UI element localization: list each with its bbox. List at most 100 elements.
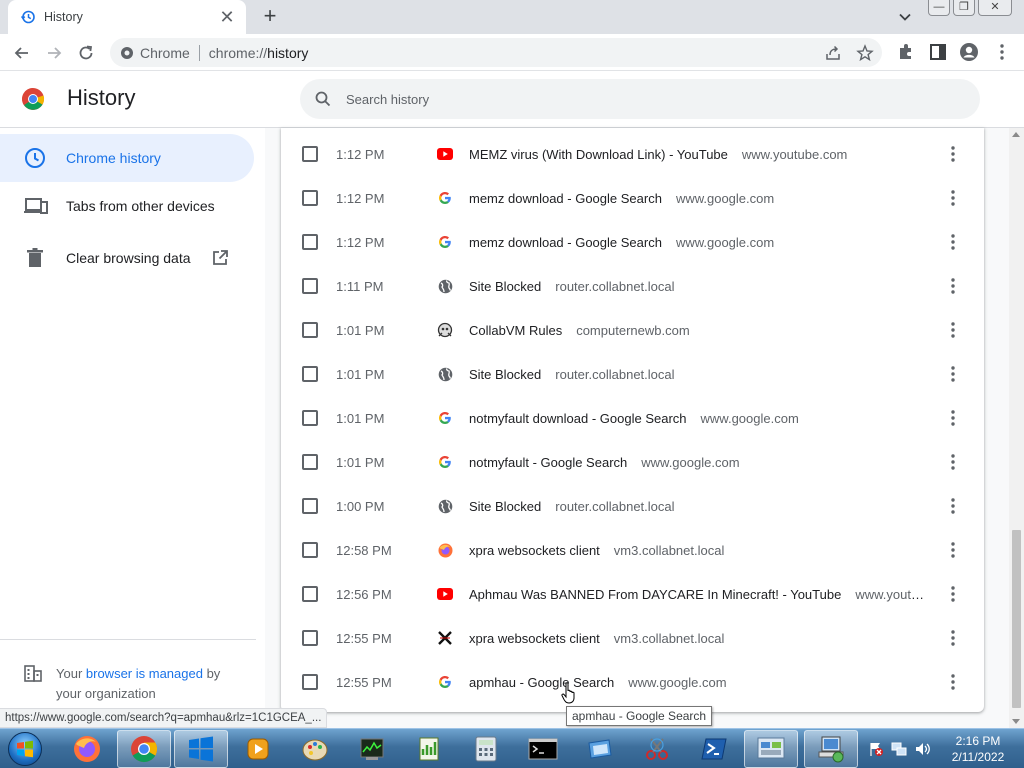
vertical-scrollbar[interactable] (1009, 128, 1024, 728)
row-menu-icon[interactable] (943, 276, 963, 296)
row-menu-icon[interactable] (943, 232, 963, 252)
devices-icon (24, 198, 48, 214)
tab-history[interactable]: History ✕ (8, 0, 246, 34)
history-row[interactable]: 1:11 PM Site Blocked router.collabnet.loca… (281, 264, 984, 308)
history-row[interactable]: 1:01 PM CollabVM Rules computernewb.com (281, 308, 984, 352)
history-search-box[interactable] (300, 79, 980, 119)
reload-button[interactable] (73, 40, 99, 66)
row-menu-icon[interactable] (943, 320, 963, 340)
managed-prefix: Your (56, 666, 86, 681)
row-link[interactable]: notmyfault - Google Search www.google.com (469, 455, 924, 470)
row-menu-icon[interactable] (943, 144, 963, 164)
history-row[interactable]: 12:58 PM xpra websockets client vm3.collab… (281, 528, 984, 572)
row-checkbox[interactable] (302, 586, 318, 602)
row-menu-icon[interactable] (943, 628, 963, 648)
menu-kebab-icon[interactable] (992, 42, 1012, 62)
row-checkbox[interactable] (302, 674, 318, 690)
close-window-button[interactable]: ✕ (978, 0, 1012, 16)
history-row[interactable]: 1:12 PM memz download - Google Search www.… (281, 220, 984, 264)
row-menu-icon[interactable] (943, 452, 963, 472)
row-checkbox[interactable] (302, 234, 318, 250)
forward-button[interactable] (41, 40, 67, 66)
row-link[interactable]: Site Blocked router.collabnet.local (469, 367, 924, 382)
taskbar-remote-desktop[interactable] (573, 730, 627, 768)
history-row[interactable]: 12:55 PM apmhau - Google Search www.google… (281, 660, 984, 704)
row-link[interactable]: Site Blocked router.collabnet.local (469, 279, 924, 294)
row-menu-icon[interactable] (943, 188, 963, 208)
row-checkbox[interactable] (302, 454, 318, 470)
maximize-button[interactable]: ❐ (953, 0, 975, 16)
row-checkbox[interactable] (302, 322, 318, 338)
row-checkbox[interactable] (302, 190, 318, 206)
scroll-up-icon[interactable] (1012, 132, 1020, 137)
scroll-down-icon[interactable] (1012, 719, 1020, 724)
row-menu-icon[interactable] (943, 584, 963, 604)
sidebar-item-chrome-history[interactable]: Chrome history (0, 134, 254, 182)
row-checkbox[interactable] (302, 410, 318, 426)
taskbar-chrome[interactable] (117, 730, 171, 768)
taskbar-clock[interactable]: 2:16 PM 2/11/2022 (936, 733, 1020, 765)
volume-icon[interactable] (914, 741, 932, 757)
minimize-button[interactable]: — (928, 0, 950, 16)
history-row[interactable]: 1:01 PM notmyfault - Google Search www.goo… (281, 440, 984, 484)
row-checkbox[interactable] (302, 278, 318, 294)
sidebar-item-other-devices[interactable]: Tabs from other devices (0, 182, 254, 230)
row-link[interactable]: Aphmau Was BANNED From DAYCARE In Minecr… (469, 587, 924, 602)
row-link[interactable]: xpra websockets client vm3.collabnet.loca… (469, 631, 924, 646)
row-link[interactable]: xpra websockets client vm3.collabnet.loca… (469, 543, 924, 558)
taskbar-media-player[interactable] (231, 730, 285, 768)
side-panel-icon[interactable] (928, 42, 948, 62)
extensions-icon[interactable] (896, 42, 916, 62)
row-link[interactable]: memz download - Google Search www.google.… (469, 235, 924, 250)
row-checkbox[interactable] (302, 542, 318, 558)
share-icon[interactable] (824, 44, 842, 62)
sidebar-item-clear-browsing-data[interactable]: Clear browsing data (0, 234, 254, 282)
row-menu-icon[interactable] (943, 672, 963, 692)
taskbar-command-prompt[interactable] (516, 730, 570, 768)
row-checkbox[interactable] (302, 146, 318, 162)
row-link[interactable]: CollabVM Rules computernewb.com (469, 323, 924, 338)
start-button[interactable] (2, 729, 48, 768)
taskbar-network-app[interactable] (804, 730, 858, 768)
row-menu-icon[interactable] (943, 408, 963, 428)
new-tab-button[interactable]: + (258, 5, 282, 29)
row-checkbox[interactable] (302, 630, 318, 646)
taskbar-paint[interactable] (288, 730, 342, 768)
taskbar-windows-app[interactable] (174, 730, 228, 768)
row-checkbox[interactable] (302, 498, 318, 514)
history-row[interactable]: 1:01 PM notmyfault download - Google Sear… (281, 396, 984, 440)
row-menu-icon[interactable] (943, 496, 963, 516)
taskbar-powershell[interactable] (687, 730, 741, 768)
close-tab-icon[interactable]: ✕ (218, 8, 236, 26)
history-row[interactable]: 12:56 PM Aphmau Was BANNED From DAYCARE I… (281, 572, 984, 616)
back-button[interactable] (9, 40, 35, 66)
row-menu-icon[interactable] (943, 364, 963, 384)
address-bar[interactable]: Chrome chrome://history (110, 38, 882, 67)
row-checkbox[interactable] (302, 366, 318, 382)
row-link[interactable]: notmyfault download - Google Search www.g… (469, 411, 924, 426)
history-row[interactable]: 1:12 PM MEMZ virus (With Download Link) -… (281, 132, 984, 176)
history-row[interactable]: 12:55 PM xpra websockets client vm3.collab… (281, 616, 984, 660)
profile-icon[interactable] (959, 42, 979, 62)
scrollbar-thumb[interactable] (1012, 530, 1021, 708)
managed-link[interactable]: browser is managed (86, 666, 203, 681)
taskbar-spreadsheet[interactable] (402, 730, 456, 768)
history-row[interactable]: 1:12 PM memz download - Google Search www.… (281, 176, 984, 220)
chevron-down-icon[interactable] (895, 7, 915, 27)
action-center-flag-icon[interactable] (868, 741, 884, 757)
history-row[interactable]: 1:01 PM Site Blocked router.collabnet.loca… (281, 352, 984, 396)
taskbar-snipping-tool[interactable] (630, 730, 684, 768)
star-icon[interactable] (856, 44, 874, 62)
row-menu-icon[interactable] (943, 540, 963, 560)
history-row[interactable]: 1:00 PM Site Blocked router.collabnet.loca… (281, 484, 984, 528)
taskbar-task-manager[interactable] (345, 730, 399, 768)
taskbar-firefox[interactable] (60, 730, 114, 768)
row-link[interactable]: apmhau - Google Search www.google.com (469, 675, 924, 690)
network-icon[interactable] (891, 741, 907, 757)
row-link[interactable]: memz download - Google Search www.google.… (469, 191, 924, 206)
taskbar-control-panel[interactable] (744, 730, 798, 768)
row-link[interactable]: Site Blocked router.collabnet.local (469, 499, 924, 514)
taskbar-calculator[interactable] (459, 730, 513, 768)
row-link[interactable]: MEMZ virus (With Download Link) - YouTub… (469, 147, 924, 162)
search-input[interactable] (346, 91, 946, 107)
